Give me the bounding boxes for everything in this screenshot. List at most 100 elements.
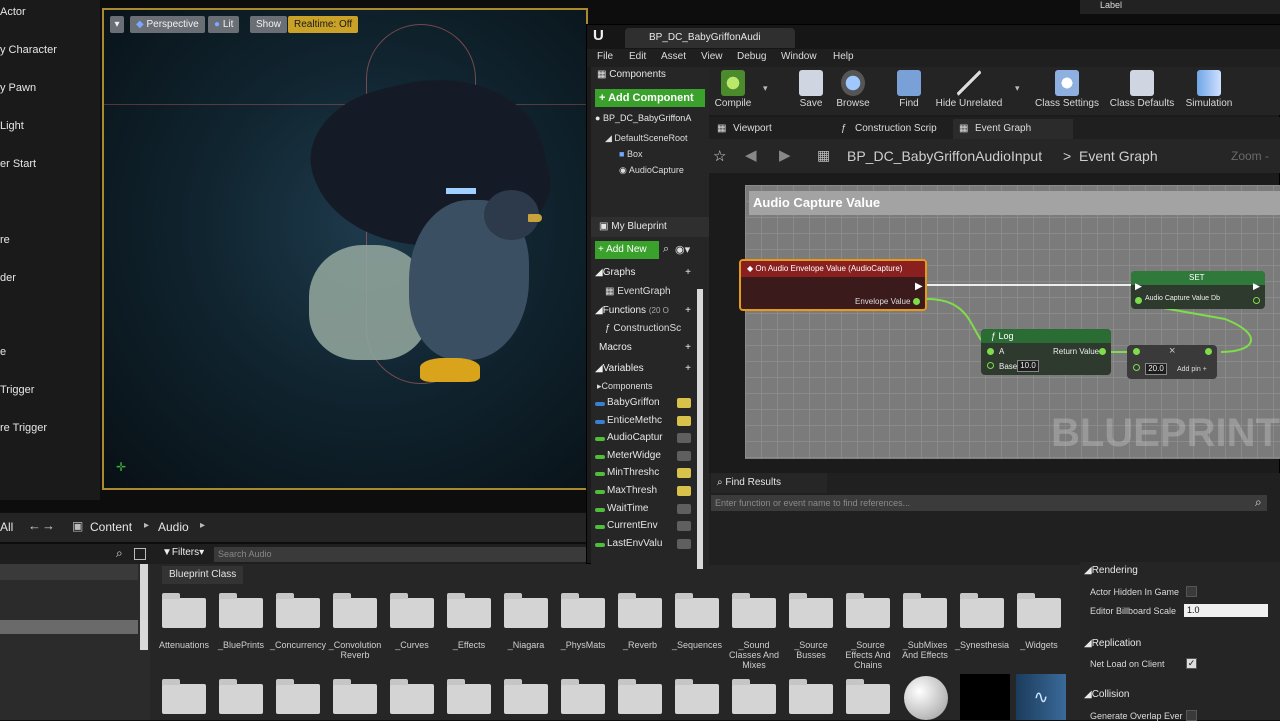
log-base-pin[interactable] [987,362,994,369]
variable-item[interactable]: MeterWidge [607,450,673,461]
add-variable-icon[interactable]: + [685,363,691,374]
folder-icon[interactable] [447,679,491,714]
sources-scrollbar[interactable] [140,564,148,650]
folder-icon[interactable] [390,593,434,628]
folder-icon[interactable] [276,593,320,628]
visibility-eye-icon[interactable] [677,486,691,496]
black-thumbnail[interactable] [960,674,1010,720]
graph-item-eventgraph[interactable]: ▦ EventGraph [605,286,671,297]
back-arrow-icon[interactable]: ◀ [745,146,757,164]
menu-edit[interactable]: Edit [629,51,646,62]
folder-icon[interactable] [618,593,662,628]
log-node[interactable]: ƒ Log A Return Value Base 10.0 [981,329,1111,375]
folder-icon[interactable] [675,593,719,628]
add-input-pin[interactable] [1133,348,1140,355]
folder-icon[interactable] [162,679,206,714]
tab-viewport[interactable]: ▦ Viewport [711,119,823,139]
search-icon[interactable]: ⌕ [1255,495,1262,510]
blueprint-class-filter[interactable]: Blueprint Class [162,566,244,584]
search-icon[interactable]: ⌕ [116,546,123,561]
place-item[interactable]: Actor [0,6,100,18]
variable-item[interactable]: AudioCaptur [607,432,673,443]
add-new-button[interactable]: + Add New [595,241,659,259]
folder-icon[interactable] [504,593,548,628]
folder-icon[interactable] [390,679,434,714]
folder-icon[interactable] [561,679,605,714]
source-row-selected[interactable] [0,620,138,634]
forward-arrow-icon[interactable]: ▶ [779,146,791,164]
set-exec-in-pin[interactable]: ▶ [1135,281,1142,292]
exec-out-pin[interactable]: ▶ [915,281,923,292]
filters-button[interactable]: ▼Filters▾ [162,547,204,558]
place-item[interactable]: re [0,234,100,246]
folder-icon[interactable] [504,679,548,714]
forward-icon[interactable]: → [42,518,55,533]
folder-icon[interactable] [789,679,833,714]
variable-item[interactable]: MinThreshc [607,467,673,478]
my-blueprint-tab[interactable]: ▣ My Blueprint [591,217,709,237]
visibility-eye-icon[interactable] [677,415,691,426]
add-output-pin[interactable] [1205,348,1212,355]
menu-help[interactable]: Help [833,51,854,62]
class-defaults-button[interactable]: Class Defaults [1107,67,1177,109]
folder-icon[interactable] [732,679,776,714]
folder-icon[interactable] [219,679,263,714]
find-input[interactable]: Enter function or event name to find ref… [711,495,1267,511]
variables-category[interactable]: ◢Variables + [595,363,691,374]
place-item[interactable]: Trigger [0,384,100,396]
folder-icon[interactable] [903,593,947,628]
visibility-eye-icon[interactable] [677,538,691,549]
folder-icon[interactable] [675,679,719,714]
browse-button[interactable]: Browse [823,67,883,109]
folder-icon[interactable] [333,679,377,714]
level-viewport[interactable]: ▾ ◆ Perspective ● Lit Show Realtime: Off… [102,8,588,490]
show-button[interactable]: Show [250,16,288,33]
replication-category[interactable]: ◢Replication [1084,638,1141,649]
folder-icon[interactable] [162,593,206,628]
variable-item[interactable]: CurrentEnv [607,520,673,531]
back-icon[interactable]: ← [28,518,41,533]
return-value-pin[interactable] [1099,348,1106,355]
macros-category[interactable]: Macros + [599,342,691,353]
variable-item[interactable]: MaxThresh [607,485,673,496]
place-item[interactable]: Light [0,120,100,132]
folder-icon[interactable] [276,679,320,714]
class-settings-button[interactable]: Class Settings [1031,67,1103,109]
folder-icon[interactable] [732,593,776,628]
menu-window[interactable]: Window [781,51,817,62]
eye-icon[interactable]: ◉▾ [675,243,690,256]
visibility-eye-icon[interactable] [677,450,691,461]
variable-item[interactable]: LastEnvValu [607,538,673,549]
menu-asset[interactable]: Asset [661,51,686,62]
add-pin-button[interactable]: Add pin + [1177,366,1207,373]
realtime-button[interactable]: Realtime: Off [288,16,359,33]
perspective-button[interactable]: ◆ Perspective [130,16,205,33]
add-second-pin[interactable] [1133,364,1140,371]
sound-wave-icon[interactable]: ∿ [1016,674,1066,720]
folder-icon[interactable] [1017,593,1061,628]
all-button[interactable]: All [0,520,13,534]
folder-icon[interactable] [846,679,890,714]
material-thumbnail[interactable] [904,676,948,720]
variable-item[interactable]: EnticeMethc [607,415,673,426]
star-icon[interactable]: ☆ [713,147,726,165]
menu-debug[interactable]: Debug [737,51,766,62]
place-item[interactable]: y Pawn [0,82,100,94]
rendering-category[interactable]: ◢Rendering [1084,565,1138,576]
tab-event-graph[interactable]: ▦ Event Graph [953,119,1073,139]
place-item[interactable]: e [0,346,100,358]
chevron-down-icon[interactable]: ▾ [763,83,768,94]
visibility-eye-icon[interactable] [677,503,691,514]
place-item[interactable]: er Start [0,158,100,170]
set-node[interactable]: SET ▶ ▶ Audio Capture Value Db [1131,271,1265,309]
blueprint-tab[interactable]: BP_DC_BabyGriffonAudi [625,28,795,48]
function-item-construction[interactable]: ƒ ConstructionSc [605,323,691,334]
search-icon[interactable]: ⌕ [663,243,669,256]
find-results-tab[interactable]: ⌕ Find Results [711,473,827,493]
lit-button[interactable]: ● Lit [208,16,240,33]
compile-button[interactable]: Compile [703,67,763,109]
net-load-checkbox[interactable]: ✓ [1186,658,1197,669]
folder-icon[interactable] [846,593,890,628]
folder-icon[interactable] [447,593,491,628]
place-item[interactable]: y Character [0,44,100,56]
